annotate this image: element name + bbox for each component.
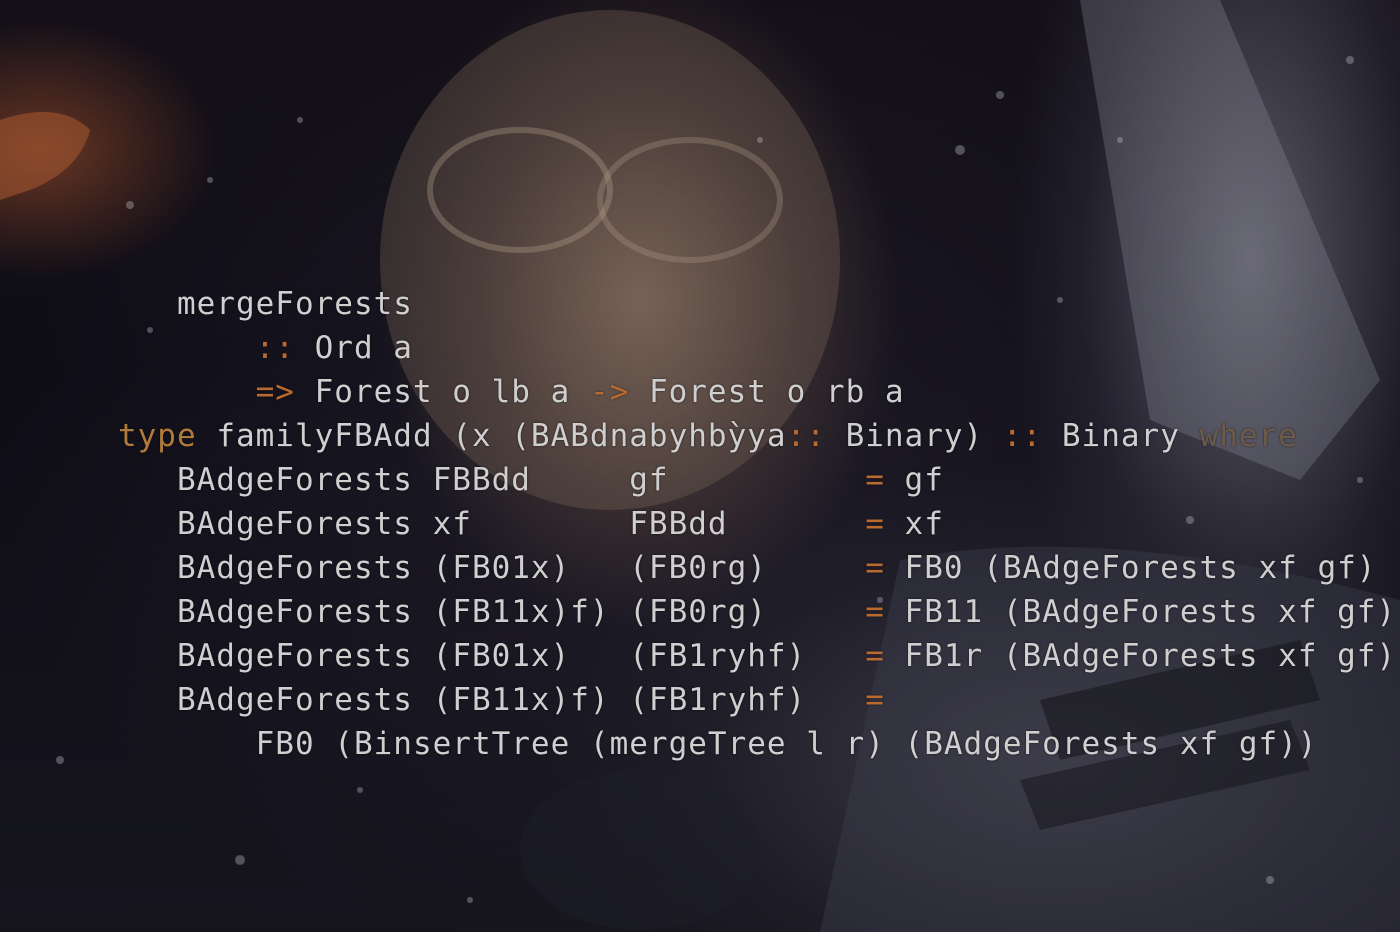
code-token: Ord a [314,330,413,366]
code-token: mergeForests [176,286,413,322]
code-token: FB0 (BinsertTree (mergeTree l r) (BAdgeF… [255,726,1318,762]
code-token: :: [786,418,846,454]
code-token: FB0 (BAdgeForests xf gf) [904,550,1377,586]
code-token: Binary [1061,418,1200,454]
code-token: => [255,374,315,410]
code-token: :: [255,330,315,366]
code-token: Forest o rb a [648,374,905,410]
code-token: Forest o lb a [314,374,590,410]
code-token: FB11 (BAdgeForests xf gf) [904,594,1397,630]
code-token: BAdgeForests (FB01x) (FB1ryhf) [176,638,866,674]
code-token: BAdgeForests (FB01x) (FB0rg) [176,550,866,586]
code-token: = [865,638,905,674]
code-token: xf [904,506,944,542]
code-token: familyFBAdd (x (BABdnabyhbỳya [216,418,787,454]
code-token: BAdgeForests (FB11x)f) (FB0rg) [176,594,866,630]
code-token: FB1r (BAdgeForests xf gf) [904,638,1397,674]
code-token: = [865,462,905,498]
code-token: BAdgeForests (FB11x)f) (FB1ryhf) [176,682,866,718]
photo-background: mergeForests :: Ord a => Forest o lb a -… [0,0,1400,932]
code-token: :: [1002,418,1062,454]
code-token: = [865,506,905,542]
code-token: = [865,682,885,718]
code-token: where [1199,418,1298,454]
code-token: type [117,418,217,454]
code-token: -> [589,374,649,410]
code-token: = [865,594,905,630]
code-token: gf [904,462,944,498]
code-line: mergeForests [0,238,1400,322]
code-token: BAdgeForests xf FBBdd [176,506,866,542]
code-overlay: mergeForests :: Ord a => Forest o lb a -… [0,238,1400,762]
code-token: Binary) [845,418,1003,454]
code-token: BAdgeForests FBBdd gf [176,462,866,498]
code-token: = [865,550,905,586]
